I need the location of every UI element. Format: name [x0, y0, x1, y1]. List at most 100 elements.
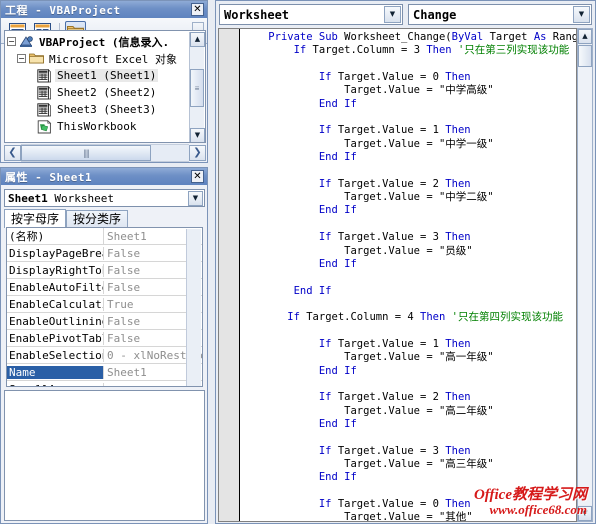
project-tree-item[interactable]: ThisWorkbook [7, 118, 205, 135]
project-tree-hscroll-thumb[interactable]: |||| [21, 144, 151, 161]
properties-tab-0[interactable]: 按字母序 [4, 209, 67, 228]
code-token: Worksheet_Change( [344, 31, 452, 43]
code-object-combo[interactable]: Worksheet ▼ [219, 4, 403, 25]
project-tree-scroll-down-icon[interactable]: ▼ [190, 128, 205, 142]
code-window-combos: Worksheet ▼ Change ▼ [219, 4, 592, 25]
property-row[interactable]: EnableOutlining False [7, 313, 202, 330]
code-token: Then [445, 231, 471, 244]
properties-object-combo-chevron-down-icon[interactable]: ▼ [188, 190, 203, 206]
properties-object-combo[interactable]: Sheet1 Worksheet ▼ [4, 189, 205, 207]
tree-expander-icon[interactable]: − [17, 54, 26, 63]
code-token: Then [445, 337, 471, 350]
project-explorer-title: 工程 - VBAProject [5, 3, 121, 17]
code-token: Target.Value = 0 [337, 71, 446, 84]
code-token: Then [445, 124, 471, 137]
code-token: '只在第三列实现该功能 [457, 44, 570, 57]
project-tree-hscrollbar[interactable]: ❮ |||| ❯ [4, 143, 206, 162]
project-tree-scroll-right-icon[interactable]: ❯ [189, 144, 206, 161]
project-tree-vscroll-thumb[interactable]: ≡ [190, 69, 204, 107]
property-name: DisplayPageBreak [7, 246, 104, 260]
project-tree-item[interactable]: − Microsoft Excel 对象 [7, 50, 205, 67]
properties-grid[interactable]: (名称)Sheet1DisplayPageBreakFalseDisplayRi… [6, 227, 203, 387]
properties-vscrollbar[interactable] [186, 229, 201, 386]
project-tree-vscrollbar[interactable]: ▲ ≡ ▼ [189, 32, 205, 142]
code-token: End If [318, 417, 357, 430]
property-name: EnableAutoFilter [7, 280, 104, 294]
project-explorer-close-icon[interactable]: ✕ [191, 3, 204, 16]
code-scroll-down-icon[interactable]: ▼ [578, 506, 592, 521]
code-token: '只在第四列实现该功能 [451, 311, 563, 324]
project-tree-item[interactable]: Sheet1 (Sheet1) [7, 67, 205, 84]
code-line: Target.Value = "中学二级" [243, 191, 576, 204]
property-row[interactable]: Name Sheet1 [7, 364, 202, 381]
project-tree-rows: − VBAProject (信息录入. − Microsoft Excel 对象 She… [5, 31, 205, 135]
code-line: Target.Value = "其他" [243, 511, 576, 521]
code-procedure-combo[interactable]: Change ▼ [408, 4, 592, 25]
project-tree-item-label: VBAProject (信息录入. [39, 35, 170, 49]
code-token: Target [489, 31, 534, 43]
code-token: Target.Value = 1 [337, 124, 446, 137]
code-token: Target.Value = "高一年级" [243, 351, 494, 364]
properties-titlebar: 属性 - Sheet1 ✕ [1, 168, 207, 185]
code-text[interactable]: Private Sub Worksheet_Change(ByVal Targe… [243, 31, 576, 521]
code-token: Target.Value = "中学一级" [243, 137, 494, 150]
code-line: If Target.Value = 2 Then [243, 391, 576, 404]
code-object-combo-chevron-down-icon[interactable]: ▼ [384, 6, 401, 23]
code-token: Then [426, 44, 458, 57]
code-token: Private Sub [268, 31, 345, 43]
worksheet-icon [37, 102, 52, 117]
code-token: If [293, 44, 313, 57]
code-token: Target.Value = 2 [337, 391, 446, 404]
properties-tab-1[interactable]: 按分类序 [66, 210, 129, 228]
project-tree-item-label: Sheet3 (Sheet3) [57, 103, 157, 116]
property-row[interactable]: EnablePivotTableFalse [7, 330, 202, 347]
property-row[interactable]: (名称) Sheet1 [7, 228, 202, 245]
code-line: End If [243, 98, 576, 111]
property-row[interactable]: DisplayRightToLeFalse [7, 262, 202, 279]
property-row[interactable]: EnableCalculatioTrue [7, 296, 202, 313]
code-token: Then [445, 177, 471, 190]
code-line: Target.Value = "中学高级" [243, 84, 576, 97]
code-editor[interactable]: Private Sub Worksheet_Change(ByVal Targe… [218, 28, 577, 522]
property-row[interactable]: EnableSelection 0 - xlNoRestric [7, 347, 202, 364]
code-procedure-combo-chevron-down-icon[interactable]: ▼ [573, 6, 590, 23]
code-vscroll-thumb[interactable] [578, 45, 592, 67]
code-token: If [318, 124, 338, 137]
tree-expander-icon[interactable]: − [7, 37, 16, 46]
code-scroll-up-icon[interactable]: ▲ [578, 29, 592, 44]
property-row[interactable]: ScrollArea [7, 381, 202, 386]
code-line: Target.Value = "员级" [243, 245, 576, 258]
code-token: Target.Value = "高二年级" [243, 404, 494, 417]
property-name: (名称) [7, 228, 104, 244]
project-tree-item[interactable]: Sheet2 (Sheet2) [7, 84, 205, 101]
property-row[interactable]: EnableAutoFilterFalse [7, 279, 202, 296]
project-tree-hscroll-track[interactable]: |||| [21, 143, 189, 162]
code-token: Target.Value = 3 [337, 231, 446, 244]
code-line: If Target.Value = 2 Then [243, 178, 576, 191]
code-token: If [318, 337, 338, 350]
code-margin-indicator-bar[interactable] [219, 29, 240, 521]
code-vscrollbar[interactable]: ▲ ▼ [577, 28, 593, 522]
project-tree-item-label: Sheet1 (Sheet1) [55, 69, 159, 82]
project-explorer-panel: 工程 - VBAProject ✕ − VBAProject (信息录入. − … [0, 0, 208, 163]
code-line: If Target.Value = 1 Then [243, 338, 576, 351]
code-token: If [318, 498, 338, 511]
project-tree-scroll-left-icon[interactable]: ❮ [4, 144, 21, 161]
code-vscroll-track[interactable] [578, 45, 592, 505]
code-token: As [533, 31, 553, 43]
project-tree-item[interactable]: − VBAProject (信息录入. [7, 33, 205, 50]
project-tree-item[interactable]: Sheet3 (Sheet3) [7, 101, 205, 118]
property-row[interactable]: DisplayPageBreakFalse [7, 245, 202, 262]
project-tree[interactable]: − VBAProject (信息录入. − Microsoft Excel 对象 She… [4, 30, 206, 143]
project-tree-scroll-up-icon[interactable]: ▲ [190, 32, 205, 47]
properties-close-icon[interactable]: ✕ [191, 170, 204, 183]
